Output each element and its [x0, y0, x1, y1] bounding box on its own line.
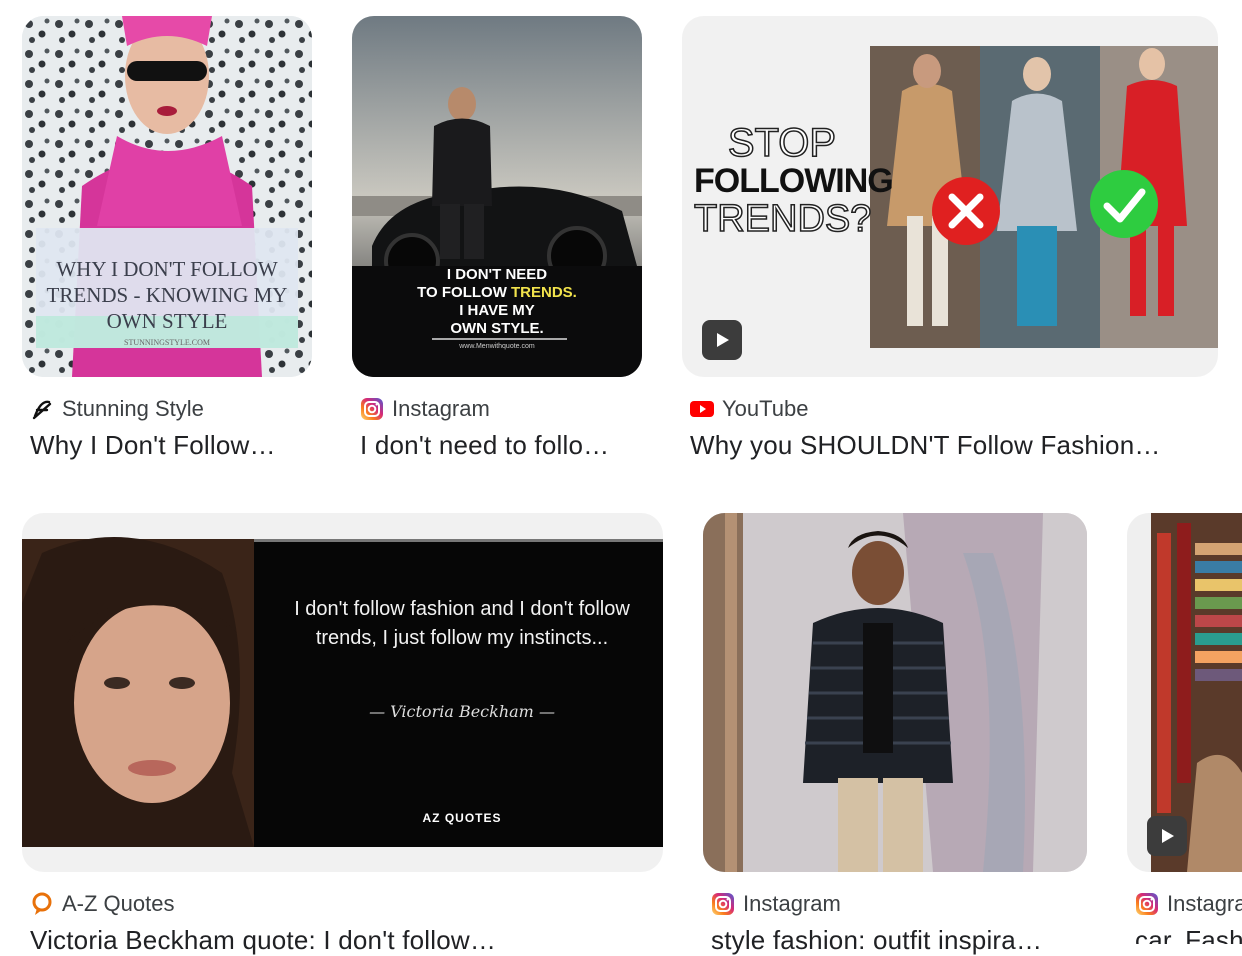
stunning-style-logo-icon [30, 397, 54, 421]
result-thumbnail[interactable]: STOP FOLLOWING TRENDS? [682, 16, 1218, 377]
result-title[interactable]: Why I Don't Follow… [30, 430, 306, 461]
play-button[interactable] [1147, 816, 1187, 856]
result-source-name: A-Z Quotes [62, 891, 175, 916]
result-card-az-quotes[interactable]: I don't follow fashion and I don't follo… [22, 513, 663, 955]
play-icon [717, 333, 729, 347]
result-thumbnail[interactable]: I don't follow fashion and I don't follo… [22, 513, 663, 872]
result-source[interactable]: Stunning Style [30, 394, 306, 424]
result-title[interactable]: style fashion: outfit inspira… [711, 925, 1079, 956]
quote-line-4: OWN STYLE. [450, 320, 544, 337]
video-title-overlay: STOP FOLLOWING TRENDS? [693, 121, 894, 240]
az-quotes-icon [30, 892, 54, 916]
result-title[interactable]: car. Fashion… [1135, 925, 1242, 944]
result-title[interactable]: Victoria Beckham quote: I don't follow… [30, 925, 655, 956]
result-card-instagram-car-quote[interactable]: I DON'T NEED TO FOLLOW TRENDS. I HAVE MY… [352, 16, 642, 476]
image-site-label: www.Menwithquote.com [459, 343, 535, 350]
result-thumbnail[interactable]: I DON'T NEED TO FOLLOW TRENDS. I HAVE MY… [352, 16, 642, 377]
image-site-label: STUNNINGSTYLE.COM [124, 338, 210, 347]
youtube-icon [690, 397, 714, 421]
quote-text: I don't follow fashion and I don't follo… [294, 598, 630, 649]
result-source[interactable]: Instagram [711, 889, 1079, 919]
result-thumbnail[interactable]: WHY I DON'T FOLLOW TRENDS - KNOWING MY O… [22, 16, 312, 377]
quote-highlight-trends: TRENDS. [511, 284, 577, 301]
result-card-instagram-partial[interactable]: Instagram car. Fashion… [1127, 513, 1242, 944]
play-icon [1162, 829, 1174, 843]
instagram-icon [1135, 892, 1159, 916]
result-source[interactable]: Instagram [1135, 889, 1242, 919]
image-quote: I DON'T NEED TO FOLLOW TRENDS. I HAVE MY… [392, 266, 602, 338]
result-card-youtube[interactable]: STOP FOLLOWING TRENDS? YouTube Why you S… [682, 16, 1218, 476]
result-source-name: Stunning Style [62, 396, 204, 421]
play-button[interactable] [702, 320, 742, 360]
man-puffer-jacket-image [703, 513, 1087, 872]
quote-line-2: TO FOLLOW TRENDS. [392, 284, 602, 302]
result-title[interactable]: I don't need to follo… [360, 430, 636, 461]
result-thumbnail[interactable] [1127, 513, 1242, 872]
result-card-stunning-style[interactable]: WHY I DON'T FOLLOW TRENDS - KNOWING MY O… [22, 16, 312, 476]
result-card-instagram-outfit[interactable]: Instagram style fashion: outfit inspira… [703, 513, 1087, 955]
quote-line-1: I DON'T NEED [446, 266, 548, 283]
instagram-icon [360, 397, 384, 421]
overlay-line-trends: TRENDS? [693, 198, 872, 240]
az-quotes-brand: AZ QUOTES [422, 811, 502, 825]
result-source[interactable]: A-Z Quotes [30, 889, 655, 919]
result-source[interactable]: YouTube [690, 394, 1210, 424]
quote-author: — Victoria Beckham — [369, 702, 555, 721]
overlay-line-following: FOLLOWING [694, 162, 894, 200]
result-source-name: YouTube [722, 396, 809, 421]
result-source[interactable]: Instagram [360, 394, 636, 424]
result-source-name: Instagram [1167, 891, 1242, 916]
result-thumbnail[interactable] [703, 513, 1087, 872]
instagram-icon [711, 892, 735, 916]
result-source-name: Instagram [743, 891, 841, 916]
quote-line-2a: TO FOLLOW [417, 284, 512, 301]
result-title[interactable]: Why you SHOULDN'T Follow Fashion… [690, 430, 1210, 461]
overlay-line-stop: STOP [727, 121, 837, 165]
quote-line-3: I HAVE MY [459, 302, 535, 319]
result-source-name: Instagram [392, 396, 490, 421]
image-headline: WHY I DON'T FOLLOW TRENDS - KNOWING MY O… [46, 257, 288, 333]
